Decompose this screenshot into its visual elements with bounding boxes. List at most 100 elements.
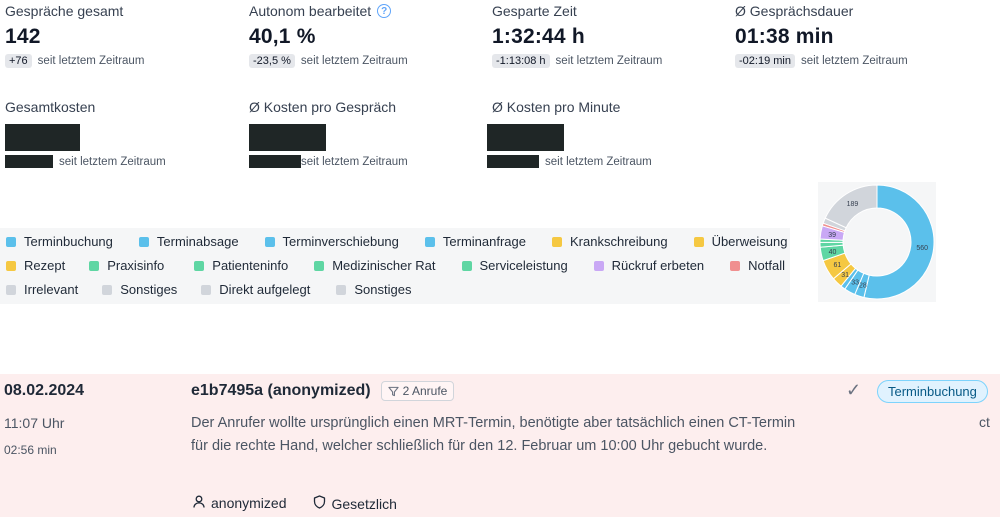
- metric-delta: +76: [5, 54, 32, 68]
- legend-item[interactable]: Irrelevant: [6, 282, 78, 297]
- donut-slice-label: 31: [841, 272, 849, 279]
- redacted-delta: [487, 155, 539, 168]
- call-summary: Der Anrufer wollte ursprünglich einen MR…: [191, 415, 796, 454]
- caller-info: anonymized: [193, 495, 287, 512]
- legend-item[interactable]: Rezept: [6, 258, 65, 273]
- insurance-info: Gesetzlich: [313, 495, 397, 512]
- legend-swatch: [461, 260, 472, 271]
- legend-swatch: [314, 260, 325, 271]
- user-icon: [193, 495, 205, 511]
- legend-label: Irrelevant: [24, 282, 79, 297]
- redacted-delta: [5, 155, 53, 168]
- metric-delta-suffix: seit letztem Zeitraum: [300, 55, 408, 67]
- call-time: 11:07 Uhr: [4, 415, 65, 431]
- call-meta: anonymized Gesetzlich: [193, 495, 397, 512]
- legend-swatch: [6, 284, 16, 295]
- category-donut-chart: 560 28 33 31 61 40 39 189: [818, 182, 936, 302]
- legend-label: Rückruf erbeten: [611, 258, 705, 273]
- legend-swatch: [6, 236, 16, 247]
- legend-item[interactable]: Terminverschiebung: [264, 234, 399, 249]
- side-text: ct: [979, 414, 990, 430]
- legend-label: Praxisinfo: [107, 258, 165, 273]
- category-badge[interactable]: Terminbuchung: [877, 380, 988, 403]
- metric-delta-suffix: seit letztem Zeitraum: [555, 55, 663, 67]
- donut-slice-label: 189: [847, 201, 859, 208]
- legend-item[interactable]: Notfall: [730, 258, 785, 273]
- metric-total-cost: Gesamtkosten seit letztem Zeitraum: [5, 99, 166, 168]
- metric-label: Gespräche gesamt: [5, 3, 124, 19]
- legend-label: Direkt aufgelegt: [219, 282, 311, 297]
- calls-filter-button[interactable]: 2 Anrufe: [380, 381, 455, 401]
- call-card[interactable]: 08.02.2024 11:07 Uhr 02:56 min e1b7495a …: [0, 374, 1000, 517]
- call-id: e1b7495a (anonymized): [191, 382, 371, 399]
- legend-item[interactable]: Praxisinfo: [89, 258, 164, 273]
- filter-icon: [387, 386, 399, 396]
- legend-label: Terminabsage: [156, 234, 239, 249]
- legend-swatch: [6, 260, 16, 271]
- legend-swatch: [693, 236, 704, 247]
- metric-label: Gesamtkosten: [5, 99, 96, 115]
- metric-total-calls: Gespräche gesamt 142 +76 seit letztem Zei…: [5, 3, 144, 68]
- legend-item[interactable]: Direkt aufgelegt: [201, 282, 310, 297]
- metric-cost-per-minute: Ø Kosten pro Minute seit letztem Zeitrau…: [487, 99, 652, 168]
- legend-swatch: [424, 236, 435, 247]
- redacted-delta: [249, 155, 301, 168]
- metric-delta-suffix: seit letztem Zeitraum: [545, 155, 652, 168]
- insurance-type: Gesetzlich: [331, 496, 397, 512]
- metric-value: 142: [5, 25, 41, 48]
- legend-swatch: [552, 236, 562, 247]
- metric-delta: -1:13:08 h: [492, 54, 550, 68]
- legend-item[interactable]: Serviceleistung: [461, 258, 568, 273]
- metric-label: Ø Kosten pro Minute: [492, 99, 621, 115]
- donut-slice-label: 39: [828, 232, 836, 239]
- metric-label: Autonom bearbeitet: [249, 3, 372, 19]
- redacted-value: [487, 124, 564, 151]
- legend-label: Medizinischer Rat: [332, 258, 436, 273]
- legend-item[interactable]: Überweisung: [693, 234, 788, 249]
- legend-label: Krankschreibung: [570, 234, 668, 249]
- legend-swatch: [336, 284, 347, 295]
- metric-value: 1:32:44 h: [492, 25, 585, 48]
- donut-slice-label: 40: [829, 249, 837, 256]
- metric-delta: -23,5 %: [249, 54, 295, 68]
- metric-delta-suffix: seit letztem Zeitraum: [301, 155, 408, 168]
- legend-item[interactable]: Medizinischer Rat: [314, 258, 436, 273]
- metric-value: 01:38 min: [735, 25, 834, 48]
- legend-swatch: [194, 260, 205, 271]
- legend-label: Sonstiges: [354, 282, 412, 297]
- legend-label: Notfall: [748, 258, 786, 273]
- legend-label: Rezept: [24, 258, 66, 273]
- legend-item[interactable]: Terminanfrage: [424, 234, 526, 249]
- legend-label: Patienteninfo: [212, 258, 289, 273]
- legend-swatch: [138, 236, 149, 247]
- legend-item[interactable]: Sonstiges: [336, 282, 411, 297]
- legend-item[interactable]: Krankschreibung: [552, 234, 668, 249]
- check-icon[interactable]: ✓: [846, 380, 861, 401]
- metric-delta-suffix: seit letztem Zeitraum: [37, 55, 145, 67]
- metric-avg-duration: Ø Gesprächsdauer 01:38 min -02:19 min sei…: [735, 3, 908, 68]
- call-date: 08.02.2024: [4, 382, 85, 399]
- legend-swatch: [201, 284, 212, 295]
- legend-label: Serviceleistung: [479, 258, 568, 273]
- legend-label: Terminbuchung: [24, 234, 113, 249]
- legend-swatch: [593, 260, 604, 271]
- legend-item[interactable]: Patienteninfo: [194, 258, 288, 273]
- donut-svg: 560 283331 61 40 39 189: [819, 184, 935, 300]
- legend-swatch: [730, 260, 741, 271]
- call-header: e1b7495a (anonymized) 2 Anrufe: [191, 381, 455, 401]
- donut-slice-label: 560: [916, 245, 928, 252]
- legend-item[interactable]: Terminabsage: [138, 234, 239, 249]
- metric-cost-per-call: Ø Kosten pro Gespräch seit letztem Zeitr…: [249, 99, 408, 168]
- donut-slice-label: 61: [834, 262, 842, 269]
- legend-label: Terminanfrage: [442, 234, 526, 249]
- legend-swatch: [102, 284, 113, 295]
- metric-label: Gesparte Zeit: [492, 3, 577, 19]
- info-icon[interactable]: ?: [377, 4, 392, 18]
- legend-label: Überweisung: [711, 234, 788, 249]
- legend-swatch: [264, 236, 275, 247]
- metric-label: Ø Kosten pro Gespräch: [249, 99, 397, 115]
- legend-item[interactable]: Rückruf erbeten: [593, 258, 705, 273]
- legend-item[interactable]: Sonstiges: [102, 282, 177, 297]
- legend-item[interactable]: Terminbuchung: [6, 234, 113, 249]
- metric-delta-suffix: seit letztem Zeitraum: [59, 155, 166, 168]
